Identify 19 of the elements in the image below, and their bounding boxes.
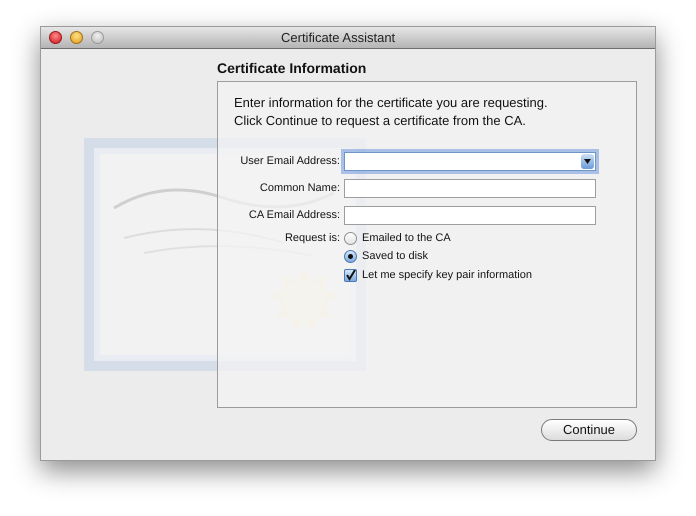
checkbox-label: Let me specify key pair information <box>362 268 532 283</box>
radio-button[interactable] <box>344 232 357 244</box>
input-field[interactable] <box>344 179 596 198</box>
checkbox[interactable] <box>344 268 357 282</box>
section-heading: Certificate Information <box>217 59 368 77</box>
window-title: Certificate Assistant <box>281 28 396 47</box>
radio-label: Emailed to the CA <box>362 230 451 246</box>
continue-button[interactable]: Continue <box>541 419 637 441</box>
instruction-text: Enter information for the certificate you are requesting. <box>234 94 549 112</box>
close-button[interactable] <box>49 31 62 44</box>
instruction-text: Click Continue to request a certificate from the CA. <box>234 112 527 130</box>
field-label: User Email Address: <box>240 154 340 170</box>
field-label: Common Name: <box>260 181 340 196</box>
minimize-button[interactable] <box>70 31 83 44</box>
field-label: CA Email Address: <box>248 208 340 224</box>
input-field[interactable] <box>344 206 596 225</box>
radio-button[interactable] <box>344 250 357 262</box>
field-label: Request is: <box>284 230 340 246</box>
radio-label: Saved to disk <box>362 248 428 264</box>
